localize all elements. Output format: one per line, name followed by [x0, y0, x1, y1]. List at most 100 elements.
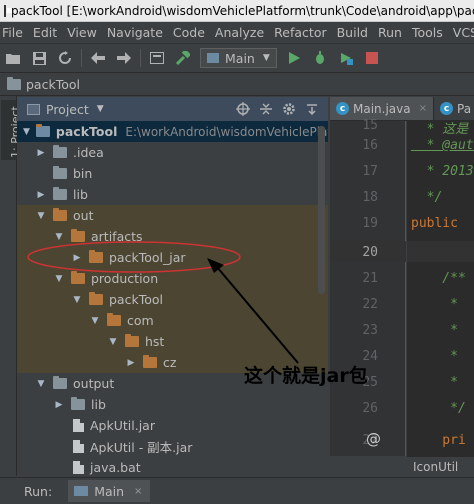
- chevron-right-icon[interactable]: ▶: [53, 400, 65, 410]
- tree-row-packtool-root[interactable]: ▼ packTool E:\workAndroid\wisdomVehicleP…: [17, 121, 328, 142]
- menu-tools[interactable]: Tools: [407, 25, 448, 40]
- run-config-icon: [207, 53, 219, 63]
- chevron-down-icon[interactable]: ▼: [35, 379, 47, 389]
- menu-refactor[interactable]: Refactor: [269, 25, 331, 40]
- tree-label: packTool_jar: [109, 250, 186, 265]
- tree-row-apkutil-jar[interactable]: ▶ ApkUtil.jar: [17, 415, 328, 436]
- tree-row-packtool[interactable]: ▼ packTool: [17, 289, 328, 310]
- editor-breadcrumb[interactable]: IconUtil: [407, 456, 474, 476]
- code-line: *: [411, 323, 458, 338]
- chevron-down-icon[interactable]: ▼: [23, 127, 30, 137]
- java-class-icon: c: [336, 102, 349, 115]
- debug-icon[interactable]: [311, 49, 329, 67]
- tree-row-packtool-jar[interactable]: ▶ packTool_jar: [17, 247, 328, 268]
- annotation-gutter-icon[interactable]: @: [366, 430, 381, 448]
- menu-analyze[interactable]: Analyze: [210, 25, 269, 40]
- bat-file-icon: [73, 461, 84, 474]
- tab-main-java[interactable]: c Main.java ×: [330, 97, 434, 120]
- tree-label: ApkUtil.jar: [90, 418, 155, 433]
- chevron-right-icon[interactable]: ▶: [125, 358, 137, 368]
- project-tool-window-button[interactable]: 1: Project: [1, 100, 22, 160]
- menu-build[interactable]: Build: [332, 25, 373, 40]
- jar-file-icon: [73, 440, 84, 453]
- tree-row-idea[interactable]: ▶ .idea: [17, 142, 328, 163]
- save-icon[interactable]: [30, 49, 48, 67]
- tree-label: com: [127, 313, 154, 328]
- left-tool-strip: 1: Project: [0, 96, 22, 476]
- structure-icon[interactable]: [148, 49, 166, 67]
- chevron-right-icon[interactable]: ▶: [35, 190, 47, 200]
- hide-panel-icon[interactable]: [304, 101, 320, 117]
- menu-file[interactable]: File: [0, 25, 28, 40]
- gear-icon[interactable]: [281, 101, 297, 117]
- menu-vcs[interactable]: VCS: [448, 25, 474, 40]
- tree-label: java.bat: [90, 460, 141, 475]
- menu-edit[interactable]: Edit: [28, 25, 62, 40]
- run-tab-main[interactable]: Main ×: [68, 480, 151, 502]
- chevron-down-icon[interactable]: ▼: [97, 104, 104, 114]
- forward-icon[interactable]: [115, 49, 133, 67]
- tree-label: output: [73, 376, 115, 391]
- folder-icon: [71, 271, 85, 284]
- folder-icon: [53, 376, 67, 389]
- tree-scrollbar[interactable]: [318, 126, 325, 294]
- menu-run[interactable]: Run: [373, 25, 407, 40]
- line-number: 23: [362, 323, 378, 338]
- chevron-down-icon[interactable]: ▼: [89, 316, 101, 326]
- chevron-right-icon[interactable]: ▶: [71, 253, 83, 263]
- close-icon[interactable]: ×: [419, 103, 427, 114]
- tree-label: packTool: [55, 124, 118, 139]
- folder-icon: [71, 229, 85, 242]
- chevron-down-icon[interactable]: ▼: [53, 232, 65, 242]
- menu-navigate[interactable]: Navigate: [102, 25, 168, 40]
- chevron-down-icon[interactable]: ▼: [71, 295, 83, 305]
- breadcrumb-project[interactable]: packTool: [26, 77, 80, 92]
- chevron-down-icon[interactable]: ▼: [107, 337, 119, 347]
- collapse-all-icon[interactable]: [258, 101, 274, 117]
- tree-row-apkutil-copy-jar[interactable]: ▶ ApkUtil - 副本.jar: [17, 436, 328, 457]
- tab-pa[interactable]: c Pa: [434, 97, 474, 120]
- tree-row-output-lib[interactable]: ▶ lib: [17, 394, 328, 415]
- tree-row-hst[interactable]: ▼ hst: [17, 331, 328, 352]
- open-folder-icon[interactable]: [4, 49, 22, 67]
- build-hammer-icon[interactable]: [174, 49, 192, 67]
- code-line: * 这是: [411, 122, 469, 137]
- chevron-down-icon[interactable]: ▼: [53, 274, 65, 284]
- line-number: 19: [362, 216, 378, 231]
- back-icon[interactable]: [89, 49, 107, 67]
- tree-row-artifacts[interactable]: ▼ artifacts: [17, 226, 328, 247]
- tree-label: lib: [91, 397, 106, 412]
- sync-icon[interactable]: [56, 49, 74, 67]
- tree-row-production[interactable]: ▼ production: [17, 268, 328, 289]
- tree-row-bin[interactable]: ▶ bin: [17, 163, 328, 184]
- folder-icon: [143, 355, 157, 368]
- java-class-icon: c: [440, 102, 453, 115]
- run-configuration-select[interactable]: Main ▼: [200, 48, 277, 68]
- menu-bar: File Edit View Navigate Code Analyze Ref…: [0, 22, 474, 43]
- menu-code[interactable]: Code: [168, 25, 210, 40]
- close-icon[interactable]: ×: [134, 486, 142, 497]
- coverage-icon[interactable]: [337, 49, 355, 67]
- navigation-breadcrumb: packTool: [0, 73, 474, 96]
- tree-label: ApkUtil - 副本.jar: [90, 440, 193, 455]
- chevron-down-icon: ▼: [262, 53, 270, 63]
- tree-label: bin: [73, 166, 93, 181]
- run-icon[interactable]: [285, 49, 303, 67]
- tree-row-lib[interactable]: ▶ lib: [17, 184, 328, 205]
- tab-label: Pa: [457, 101, 472, 116]
- tree-row-java-bat[interactable]: ▶ java.bat: [17, 457, 328, 476]
- project-view-title[interactable]: Project: [46, 102, 89, 117]
- tree-row-com[interactable]: ▼ com: [17, 310, 328, 331]
- run-config-icon: [74, 486, 89, 496]
- code-editor[interactable]: * 这是 * @auth * 2013 */ public /** * * * …: [407, 121, 474, 456]
- chevron-right-icon[interactable]: ▶: [35, 148, 47, 158]
- menu-view[interactable]: View: [62, 25, 102, 40]
- tree-row-out[interactable]: ▼ out: [17, 205, 328, 226]
- chevron-down-icon[interactable]: ▼: [35, 211, 47, 221]
- locate-crosshair-icon[interactable]: [235, 101, 251, 117]
- tree-label: hst: [145, 334, 165, 349]
- code-line: *: [411, 297, 458, 312]
- line-number: 22: [362, 297, 378, 312]
- editor-gutter: 15 16 17 18 19 20 21 22 23 24 25 26 27 @: [330, 118, 406, 456]
- stop-icon[interactable]: [363, 49, 381, 67]
